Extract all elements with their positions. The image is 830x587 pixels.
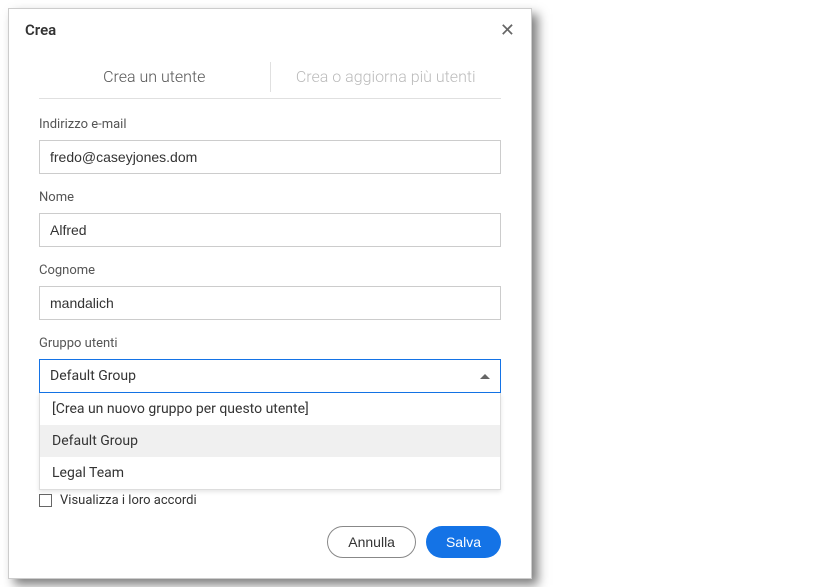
- modal-header: Crea ✕: [9, 9, 531, 47]
- view-agreements-label: Visualizza i loro accordi: [60, 493, 197, 508]
- view-agreements-checkbox[interactable]: [39, 494, 52, 507]
- lastname-label: Cognome: [39, 263, 501, 278]
- group-option-legal[interactable]: Legal Team: [40, 457, 500, 489]
- email-input[interactable]: [39, 140, 501, 174]
- group-select[interactable]: Default Group: [39, 359, 501, 393]
- tab-create-bulk[interactable]: Crea o aggiorna più utenti: [271, 55, 502, 98]
- tabs: Crea un utente Crea o aggiorna più utent…: [39, 55, 501, 99]
- field-firstname: Nome: [39, 190, 501, 247]
- view-agreements-row: Visualizza i loro accordi: [39, 493, 501, 508]
- firstname-input[interactable]: [39, 213, 501, 247]
- group-dropdown: [Crea un nuovo gruppo per questo utente]…: [39, 393, 501, 490]
- firstname-label: Nome: [39, 190, 501, 205]
- caret-up-icon: [480, 374, 490, 379]
- form-body: Indirizzo e-mail Nome Cognome Gruppo ute…: [9, 99, 531, 578]
- field-email: Indirizzo e-mail: [39, 117, 501, 174]
- cancel-button[interactable]: Annulla: [327, 526, 416, 558]
- email-label: Indirizzo e-mail: [39, 117, 501, 132]
- lastname-input[interactable]: [39, 286, 501, 320]
- modal-footer: Annulla Salva: [39, 526, 501, 558]
- group-option-new[interactable]: [Crea un nuovo gruppo per questo utente]: [40, 393, 500, 425]
- tab-create-single[interactable]: Crea un utente: [39, 55, 270, 98]
- field-lastname: Cognome: [39, 263, 501, 320]
- group-selected-value: Default Group: [50, 368, 136, 384]
- save-button[interactable]: Salva: [426, 526, 501, 558]
- field-group: Gruppo utenti Default Group [Crea un nuo…: [39, 336, 501, 393]
- modal-title: Crea: [25, 21, 56, 39]
- close-icon[interactable]: ✕: [500, 21, 515, 39]
- group-label: Gruppo utenti: [39, 336, 501, 351]
- group-select-wrapper: Default Group [Crea un nuovo gruppo per …: [39, 359, 501, 393]
- create-user-modal: Crea ✕ Crea un utente Crea o aggiorna pi…: [8, 8, 532, 579]
- group-option-default[interactable]: Default Group: [40, 425, 500, 457]
